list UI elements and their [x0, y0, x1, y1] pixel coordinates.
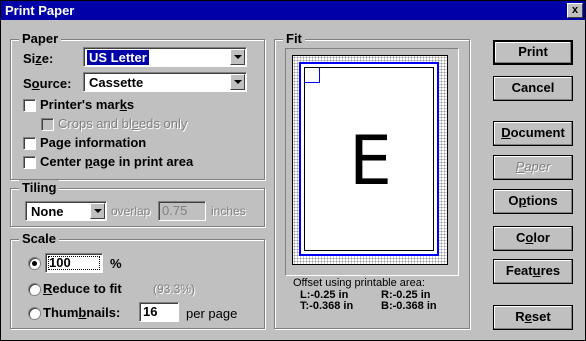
- size-label: Size:: [23, 51, 54, 66]
- printers-marks-label[interactable]: Printer's marks: [40, 97, 134, 112]
- size-value: US Letter: [86, 49, 150, 66]
- thumbnails-unit: per page: [186, 306, 238, 321]
- source-dropdown-arrow-icon[interactable]: [230, 74, 245, 90]
- page-preview: E: [304, 67, 434, 251]
- print-button[interactable]: Print: [493, 40, 573, 65]
- tiling-value: None: [31, 204, 64, 219]
- size-dropdown-arrow-icon[interactable]: [230, 49, 245, 65]
- title-bar: Print Paper x: [1, 1, 585, 20]
- paper-group-title: Paper: [19, 31, 62, 46]
- top-offset: T:-0.368 in: [300, 300, 354, 312]
- reduce-to-fit-label[interactable]: Reduce to fit: [43, 281, 122, 296]
- cancel-button[interactable]: Cancel: [493, 76, 573, 101]
- close-icon: x: [571, 4, 579, 16]
- percent-radio[interactable]: [28, 257, 41, 270]
- offset-caption: Offset using printable area:: [293, 277, 425, 289]
- source-value: Cassette: [89, 75, 144, 90]
- overlap-label: overlap: [111, 204, 151, 218]
- page-corner-icon: [305, 68, 320, 83]
- preview-letter: E: [349, 122, 392, 201]
- tiling-dropdown-arrow-icon[interactable]: [90, 203, 105, 219]
- bottom-offset: B:-0.368 in: [381, 300, 437, 312]
- thumbnails-input[interactable]: 16: [139, 302, 179, 322]
- reset-button[interactable]: Reset: [493, 305, 573, 330]
- crops-bleeds-checkbox[interactable]: [41, 118, 54, 131]
- options-button[interactable]: Options: [493, 189, 573, 214]
- center-page-checkbox[interactable]: [23, 156, 36, 169]
- color-button[interactable]: Color: [493, 226, 573, 251]
- paper-preview: E: [292, 55, 448, 265]
- percent-unit: %: [110, 256, 122, 271]
- reduce-percent: (93.3%): [153, 282, 196, 296]
- size-dropdown[interactable]: US Letter: [83, 47, 247, 67]
- print-paper-dialog: Print Paper x Paper Size: US Letter Sour…: [0, 0, 586, 341]
- percent-input[interactable]: 100: [45, 253, 103, 273]
- thumbnails-label[interactable]: Thumbnails:: [43, 305, 120, 320]
- printers-marks-checkbox[interactable]: [23, 99, 36, 112]
- overlap-input[interactable]: 0.75: [158, 201, 206, 221]
- source-dropdown[interactable]: Cassette: [83, 72, 247, 92]
- printable-area: E: [299, 62, 439, 256]
- page-information-label[interactable]: Page information: [40, 135, 146, 150]
- tiling-group-title: Tiling: [19, 180, 60, 195]
- source-label: Source:: [23, 76, 72, 91]
- close-button[interactable]: x: [567, 3, 583, 18]
- reduce-to-fit-radio[interactable]: [28, 283, 41, 296]
- thumbnails-radio[interactable]: [28, 307, 41, 320]
- overlap-unit: inches: [211, 204, 246, 218]
- crops-bleeds-label: Crops and bleeds only: [58, 116, 188, 131]
- dialog-title: Print Paper: [5, 3, 75, 18]
- tiling-dropdown[interactable]: None: [25, 201, 107, 221]
- fit-preview: E: [285, 48, 459, 276]
- document-button[interactable]: Document: [493, 121, 573, 146]
- page-information-checkbox[interactable]: [23, 137, 36, 150]
- fit-group-title: Fit: [283, 31, 305, 46]
- center-page-label[interactable]: Center page in print area: [40, 154, 193, 169]
- scale-group-title: Scale: [19, 231, 59, 246]
- paper-button[interactable]: Paper: [493, 155, 573, 180]
- features-button[interactable]: Features: [493, 259, 573, 284]
